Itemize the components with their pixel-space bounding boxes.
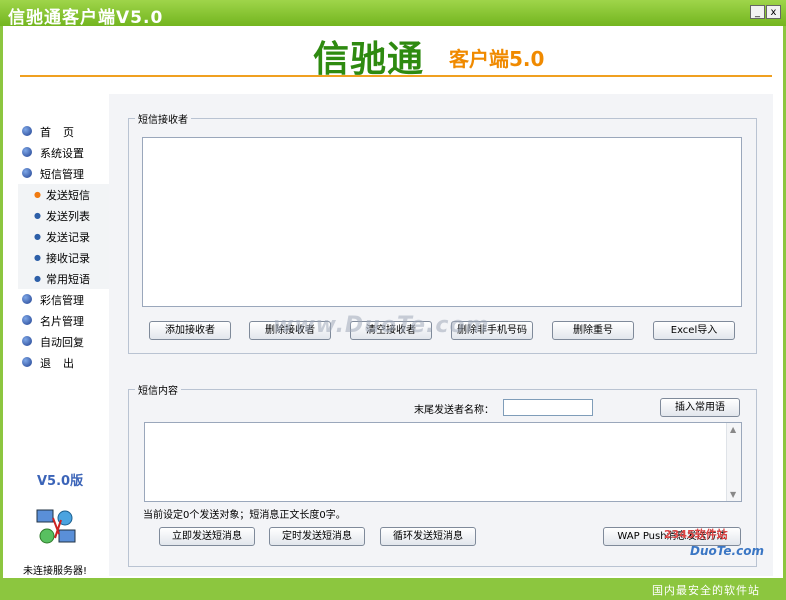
watermark-duote: www.DuoTe.com <box>273 313 490 338</box>
bullet-icon: ● <box>34 232 41 241</box>
sidebar-subitem-label: 常用短语 <box>46 273 90 286</box>
bullet-icon: ● <box>34 190 41 199</box>
sidebar-subitem-label: 发送列表 <box>46 210 90 223</box>
minimize-button[interactable]: _ <box>750 5 765 19</box>
network-icon <box>36 509 76 544</box>
sidebar-item-home[interactable]: 首页 <box>18 121 113 142</box>
watermark-duote-logo: DuoTe.com <box>690 544 764 558</box>
sidebar-item-card-management[interactable]: 名片管理 <box>18 310 113 331</box>
content-scrollbar[interactable]: ▲ ▼ <box>726 423 741 501</box>
app-logo-subtitle: 客户端5.0 <box>449 47 545 71</box>
window-title: 信驰通客户端V5.0 <box>8 8 164 28</box>
sidebar-nav: 首页 系统设置 短信管理 ● 发送短信 ● 发送列表 ● 发送记录 ● 接收记录… <box>18 121 113 373</box>
scheduled-send-button[interactable]: 定时发送短消息 <box>269 527 365 546</box>
sidebar-item-label: 首页 <box>40 126 86 139</box>
sidebar-item-auto-reply[interactable]: 自动回复 <box>18 331 113 352</box>
bullet-icon: ● <box>34 253 41 262</box>
sidebar-subitem-send-list[interactable]: ● 发送列表 <box>18 205 113 226</box>
connection-status: 未连接服务器! <box>23 566 88 577</box>
insert-phrase-button[interactable]: 插入常用语 <box>660 398 740 417</box>
loop-send-button[interactable]: 循环发送短消息 <box>380 527 476 546</box>
nav-bullet-icon <box>22 294 32 304</box>
sidebar-item-exit[interactable]: 退出 <box>18 352 113 373</box>
version-label: V5.0版 <box>37 474 84 489</box>
nav-bullet-icon <box>22 357 32 367</box>
sidebar-subitem-label: 接收记录 <box>46 252 90 265</box>
add-recipient-button[interactable]: 添加接收者 <box>149 321 231 340</box>
title-bar: 信驰通客户端V5.0 _ x <box>0 0 786 28</box>
sms-content-group-title: 短信内容 <box>135 382 181 397</box>
sidebar-subitem-receive-records[interactable]: ● 接收记录 <box>18 247 113 268</box>
excel-import-button[interactable]: Excel导入 <box>653 321 735 340</box>
sidebar-item-label: 退出 <box>40 357 86 370</box>
sidebar-item-label: 短信管理 <box>40 168 84 181</box>
header-divider <box>20 75 772 77</box>
nav-bullet-icon <box>22 336 32 346</box>
main-window: 信驰通 客户端5.0 首页 系统设置 短信管理 ● 发送短信 ● 发送列表 ● … <box>3 26 783 578</box>
sender-name-label: 末尾发送者名称： <box>414 405 494 416</box>
sidebar-subitem-send-sms[interactable]: ● 发送短信 <box>18 184 113 205</box>
nav-bullet-icon <box>22 315 32 325</box>
delete-duplicates-button[interactable]: 删除重号 <box>552 321 634 340</box>
status-text: 当前设定0个发送对象；短消息正文长度0字。 <box>143 510 346 521</box>
sms-content-group: 短信内容 末尾发送者名称： 插入常用语 ▲ ▼ 当前设定0个发送对象；短消息正文… <box>128 382 757 567</box>
sidebar-subitem-send-records[interactable]: ● 发送记录 <box>18 226 113 247</box>
nav-bullet-icon <box>22 126 32 136</box>
sidebar-item-label: 自动回复 <box>40 336 84 349</box>
scroll-down-arrow-icon[interactable]: ▼ <box>730 490 736 499</box>
send-now-button[interactable]: 立即发送短消息 <box>159 527 255 546</box>
sidebar-item-settings[interactable]: 系统设置 <box>18 142 113 163</box>
scroll-up-arrow-icon[interactable]: ▲ <box>730 425 736 434</box>
recipients-group-title: 短信接收者 <box>135 111 191 126</box>
recipients-list[interactable] <box>142 137 742 307</box>
sidebar-item-mms-management[interactable]: 彩信管理 <box>18 289 113 310</box>
sidebar-item-label: 系统设置 <box>40 147 84 160</box>
sidebar-subitem-label: 发送短信 <box>46 189 90 202</box>
watermark-2345-site: 2345软件站 <box>664 528 728 541</box>
close-button[interactable]: x <box>766 5 781 19</box>
nav-bullet-icon <box>22 168 32 178</box>
sidebar-subitem-label: 发送记录 <box>46 231 90 244</box>
sms-content-textarea[interactable]: ▲ ▼ <box>144 422 742 502</box>
sidebar-item-sms-management[interactable]: 短信管理 <box>18 163 113 184</box>
sidebar-item-label: 彩信管理 <box>40 294 84 307</box>
watermark-safest-site: 国内最安全的软件站 <box>652 584 760 597</box>
bullet-icon: ● <box>34 211 41 220</box>
sender-name-input[interactable] <box>503 399 593 416</box>
nav-bullet-icon <box>22 147 32 157</box>
bullet-icon: ● <box>34 274 41 283</box>
sidebar-item-label: 名片管理 <box>40 315 84 328</box>
sidebar-subitem-common-phrases[interactable]: ● 常用短语 <box>18 268 113 289</box>
